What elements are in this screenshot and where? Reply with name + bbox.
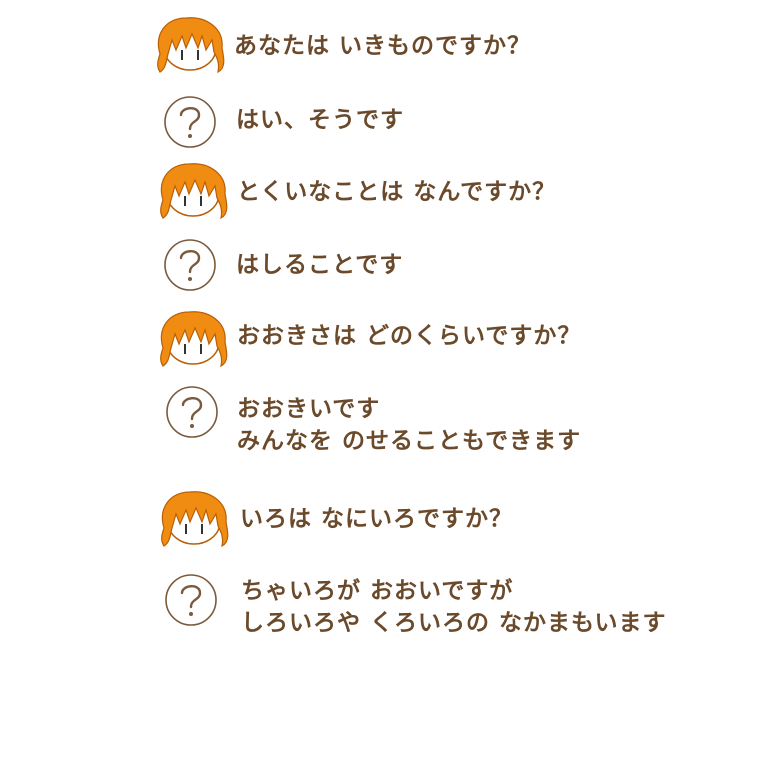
quiz-page: { "conversation": [ {"speaker": "girl", … [0,0,768,768]
question-text: いろは なにいろですか？ [240,503,513,535]
answer-text: はしることです [236,249,403,281]
question-text: おおきさは どのくらいですか？ [237,320,581,352]
text-line: ちゃいろが おおいですが [241,578,514,604]
question-text: あなたは いきものですか？ [234,30,531,62]
question-mark-icon [164,239,216,291]
answer-text: はい、そうです [236,104,404,136]
answer-text: ちゃいろが おおいですが しろいろや くろいろの なかまもいます [241,575,667,639]
text-line: はい、そうです [236,107,404,133]
girl-face-icon [157,17,225,74]
text-line: おおきいです [237,396,381,422]
text-line: みんなを のせることもできます [237,428,582,454]
answer-text: おおきいです みんなを のせることもできます [237,393,581,457]
question-mark-icon [166,386,218,438]
girl-face-icon [161,491,229,548]
text-line: とくいなことは なんですか？ [237,179,557,205]
question-mark-icon [165,574,217,626]
question-text: とくいなことは なんですか？ [237,176,556,208]
girl-face-icon [160,311,228,368]
text-line: はしることです [236,252,404,278]
text-line: いろは なにいろですか？ [240,506,514,532]
question-mark-icon [164,96,216,148]
text-line: あなたは いきものですか？ [234,33,532,59]
girl-face-icon [160,163,228,220]
text-line: しろいろや くろいろの なかまもいます [241,610,667,636]
text-line: おおきさは どのくらいですか？ [237,323,582,349]
